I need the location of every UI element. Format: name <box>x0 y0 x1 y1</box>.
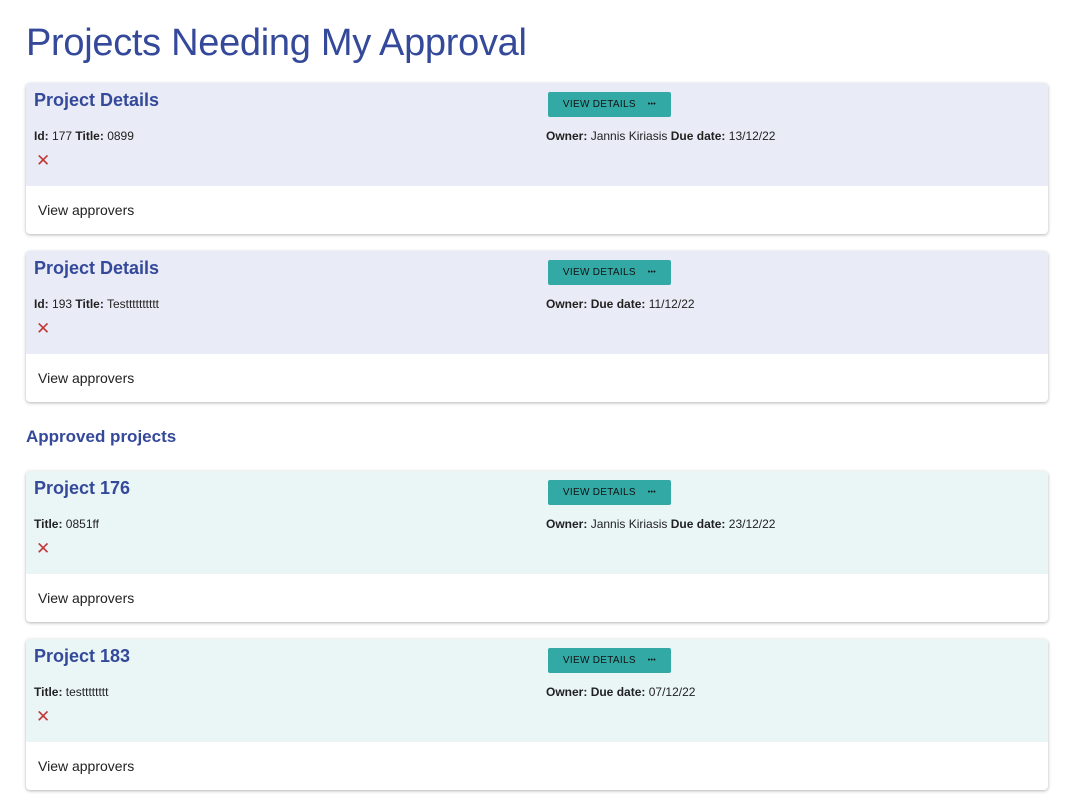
card-title: Project Details <box>34 90 160 110</box>
view-details-label: VIEW DETAILS <box>562 99 636 110</box>
approved-heading: Approved projects <box>26 427 177 446</box>
more-icon: ••• <box>647 657 657 664</box>
due-value: 07/12/22 <box>648 685 696 699</box>
owner-due: Owner: Due date: 11/12/22 <box>546 297 695 311</box>
id-label: Id: <box>34 129 49 143</box>
view-details-button[interactable]: VIEW DETAILS ••• <box>548 92 671 117</box>
close-icon[interactable]: ✕ <box>36 319 50 339</box>
project-card: Project Details VIEW DETAILS ••• Id: 193… <box>26 251 1048 402</box>
title-label: Title: <box>34 685 63 699</box>
owner-label: Owner: <box>546 297 588 311</box>
card-title: Project 183 <box>34 646 131 666</box>
title-value: Testttttttttt <box>106 297 159 311</box>
project-id-title: Id: 193 Title: Testttttttttt <box>34 297 159 311</box>
due-value: 11/12/22 <box>648 297 695 311</box>
due-label: Due date: <box>670 129 726 143</box>
due-label: Due date: <box>590 297 646 311</box>
owner-label: Owner: <box>546 685 588 699</box>
owner-due: Owner: Due date: 07/12/22 <box>546 685 695 699</box>
title-label: Title: <box>75 297 104 311</box>
project-id-title: Title: testttttttt <box>34 685 108 699</box>
close-icon[interactable]: ✕ <box>36 707 50 727</box>
view-approvers-toggle[interactable]: View approvers <box>26 354 1048 402</box>
view-details-button[interactable]: VIEW DETAILS ••• <box>548 260 671 285</box>
view-approvers-toggle[interactable]: View approvers <box>26 574 1048 622</box>
card-header: Project 183 VIEW DETAILS ••• Title: test… <box>26 639 1048 742</box>
card-header: Project 176 VIEW DETAILS ••• Title: 0851… <box>26 471 1048 574</box>
id-value: 193 <box>52 297 73 311</box>
view-approvers-toggle[interactable]: View approvers <box>26 186 1048 234</box>
owner-value: Jannis Kiriasis <box>590 517 668 531</box>
title-label: Title: <box>34 517 63 531</box>
project-card: Project 176 VIEW DETAILS ••• Title: 0851… <box>26 471 1048 622</box>
title-value: 0899 <box>107 129 134 143</box>
title-label: Title: <box>75 129 104 143</box>
close-icon[interactable]: ✕ <box>36 151 50 171</box>
view-details-label: VIEW DETAILS <box>562 267 636 278</box>
pending-list: Project Details VIEW DETAILS ••• Id: 177… <box>26 83 1048 402</box>
more-icon: ••• <box>647 101 657 108</box>
id-value: 177 <box>52 129 73 143</box>
owner-label: Owner: <box>546 517 588 531</box>
project-id-title: Title: 0851ff <box>34 517 99 531</box>
project-card: Project 183 VIEW DETAILS ••• Title: test… <box>26 639 1048 790</box>
title-value: testttttttt <box>65 685 109 699</box>
more-icon: ••• <box>647 269 657 276</box>
due-value: 13/12/22 <box>728 129 776 143</box>
card-title: Project 176 <box>34 478 131 498</box>
view-details-label: VIEW DETAILS <box>562 655 636 666</box>
more-icon: ••• <box>647 489 657 496</box>
project-id-title: Id: 177 Title: 0899 <box>34 129 134 143</box>
owner-due: Owner: Jannis Kiriasis Due date: 13/12/2… <box>546 129 775 143</box>
view-approvers-toggle[interactable]: View approvers <box>26 742 1048 790</box>
card-header: Project Details VIEW DETAILS ••• Id: 177… <box>26 83 1048 186</box>
owner-label: Owner: <box>546 129 588 143</box>
owner-due: Owner: Jannis Kiriasis Due date: 23/12/2… <box>546 517 775 531</box>
due-label: Due date: <box>590 685 646 699</box>
card-header: Project Details VIEW DETAILS ••• Id: 193… <box>26 251 1048 354</box>
title-value: 0851ff <box>65 517 99 531</box>
due-value: 23/12/22 <box>728 517 776 531</box>
id-label: Id: <box>34 297 49 311</box>
view-details-button[interactable]: VIEW DETAILS ••• <box>548 480 671 505</box>
due-label: Due date: <box>670 517 726 531</box>
card-title: Project Details <box>34 258 160 278</box>
view-details-button[interactable]: VIEW DETAILS ••• <box>548 648 671 673</box>
project-card: Project Details VIEW DETAILS ••• Id: 177… <box>26 83 1048 234</box>
close-icon[interactable]: ✕ <box>36 539 50 559</box>
page-title: Projects Needing My Approval <box>26 22 527 64</box>
approved-list: Project 176 VIEW DETAILS ••• Title: 0851… <box>26 471 1048 790</box>
owner-value: Jannis Kiriasis <box>590 129 668 143</box>
view-details-label: VIEW DETAILS <box>562 487 636 498</box>
